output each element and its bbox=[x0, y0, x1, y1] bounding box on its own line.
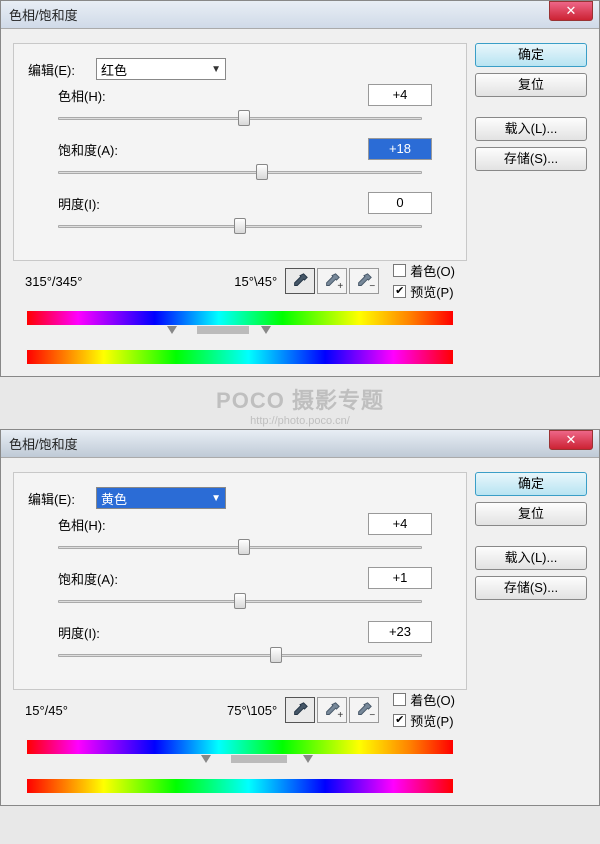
edit-label: 编辑(E): bbox=[28, 489, 88, 508]
chevron-down-icon: ▼ bbox=[211, 493, 221, 504]
edit-dropdown[interactable]: 黄色 ▼ bbox=[96, 487, 226, 509]
plus-icon: + bbox=[337, 281, 343, 292]
load-button[interactable]: 载入(L)... bbox=[475, 117, 587, 141]
window-title: 色相/饱和度 bbox=[9, 434, 78, 453]
eyedropper-subtract-tool[interactable]: − bbox=[349, 697, 379, 723]
hue-input[interactable]: +4 bbox=[368, 513, 432, 535]
colorize-label: 着色(O) bbox=[410, 690, 455, 709]
close-button[interactable]: ✕ bbox=[549, 430, 593, 450]
input-spectrum bbox=[27, 311, 453, 325]
eyedropper-subtract-tool[interactable]: − bbox=[349, 268, 379, 294]
output-spectrum bbox=[27, 779, 453, 793]
hue-input[interactable]: +4 bbox=[368, 84, 432, 106]
lightness-input[interactable]: +23 bbox=[368, 621, 432, 643]
edit-dropdown[interactable]: 红色 ▼ bbox=[96, 58, 226, 80]
minus-icon: − bbox=[369, 710, 375, 721]
eyedropper-tool[interactable] bbox=[285, 268, 315, 294]
reset-button[interactable]: 复位 bbox=[475, 73, 587, 97]
save-button[interactable]: 存储(S)... bbox=[475, 576, 587, 600]
lightness-label: 明度(I): bbox=[28, 194, 118, 213]
hue-label: 色相(H): bbox=[28, 86, 118, 105]
eyedropper-group: + − bbox=[285, 697, 379, 723]
edit-value: 黄色 bbox=[101, 489, 127, 508]
hue-range-indicator[interactable] bbox=[27, 755, 453, 773]
eyedropper-icon bbox=[291, 272, 309, 290]
preview-checkbox[interactable]: ✔ bbox=[393, 714, 406, 727]
close-button[interactable]: ✕ bbox=[549, 1, 593, 21]
load-button[interactable]: 载入(L)... bbox=[475, 546, 587, 570]
input-spectrum bbox=[27, 740, 453, 754]
hue-slider[interactable] bbox=[58, 539, 422, 557]
eyedropper-group: + − bbox=[285, 268, 379, 294]
close-icon: ✕ bbox=[566, 432, 577, 447]
watermark-title: POCO 摄影专题 bbox=[0, 383, 600, 415]
preview-label: 预览(P) bbox=[410, 711, 453, 730]
close-icon: ✕ bbox=[566, 3, 577, 18]
titlebar[interactable]: 色相/饱和度 ✕ bbox=[1, 430, 599, 458]
chevron-down-icon: ▼ bbox=[211, 64, 221, 75]
preview-label: 预览(P) bbox=[410, 282, 453, 301]
preview-checkbox[interactable]: ✔ bbox=[393, 285, 406, 298]
ok-button[interactable]: 确定 bbox=[475, 472, 587, 496]
eyedropper-add-tool[interactable]: + bbox=[317, 697, 347, 723]
minus-icon: − bbox=[369, 281, 375, 292]
hue-range-indicator[interactable] bbox=[27, 326, 453, 344]
lightness-slider[interactable] bbox=[58, 218, 422, 236]
saturation-slider[interactable] bbox=[58, 164, 422, 182]
watermark-url: http://photo.poco.cn/ bbox=[0, 415, 600, 427]
eyedropper-tool[interactable] bbox=[285, 697, 315, 723]
hue-sat-dialog-2: 色相/饱和度 ✕ 编辑(E): 黄色 ▼ 色相(H): +4 bbox=[0, 429, 600, 806]
degree-range-left: 315°/345° bbox=[25, 274, 135, 289]
controls-group: 编辑(E): 红色 ▼ 色相(H): +4 饱和度(A): +18 bbox=[13, 43, 467, 261]
save-button[interactable]: 存储(S)... bbox=[475, 147, 587, 171]
eyedropper-add-tool[interactable]: + bbox=[317, 268, 347, 294]
degree-range-right: 75°\105° bbox=[167, 703, 277, 718]
edit-label: 编辑(E): bbox=[28, 60, 88, 79]
ok-button[interactable]: 确定 bbox=[475, 43, 587, 67]
controls-group: 编辑(E): 黄色 ▼ 色相(H): +4 饱和度(A): +1 bbox=[13, 472, 467, 690]
saturation-input[interactable]: +1 bbox=[368, 567, 432, 589]
saturation-input[interactable]: +18 bbox=[368, 138, 432, 160]
lightness-label: 明度(I): bbox=[28, 623, 118, 642]
colorize-label: 着色(O) bbox=[410, 261, 455, 280]
degree-range-left: 15°/45° bbox=[25, 703, 135, 718]
plus-icon: + bbox=[337, 710, 343, 721]
titlebar[interactable]: 色相/饱和度 ✕ bbox=[1, 1, 599, 29]
reset-button[interactable]: 复位 bbox=[475, 502, 587, 526]
output-spectrum bbox=[27, 350, 453, 364]
lightness-slider[interactable] bbox=[58, 647, 422, 665]
saturation-label: 饱和度(A): bbox=[28, 140, 118, 159]
window-title: 色相/饱和度 bbox=[9, 5, 78, 24]
lightness-input[interactable]: 0 bbox=[368, 192, 432, 214]
saturation-slider[interactable] bbox=[58, 593, 422, 611]
watermark: POCO 摄影专题 http://photo.poco.cn/ bbox=[0, 377, 600, 429]
hue-sat-dialog-1: 色相/饱和度 ✕ 编辑(E): 红色 ▼ 色相(H): +4 bbox=[0, 0, 600, 377]
saturation-label: 饱和度(A): bbox=[28, 569, 118, 588]
colorize-checkbox[interactable] bbox=[393, 693, 406, 706]
edit-value: 红色 bbox=[101, 60, 127, 79]
hue-label: 色相(H): bbox=[28, 515, 118, 534]
colorize-checkbox[interactable] bbox=[393, 264, 406, 277]
eyedropper-icon bbox=[291, 701, 309, 719]
hue-slider[interactable] bbox=[58, 110, 422, 128]
degree-range-right: 15°\45° bbox=[167, 274, 277, 289]
